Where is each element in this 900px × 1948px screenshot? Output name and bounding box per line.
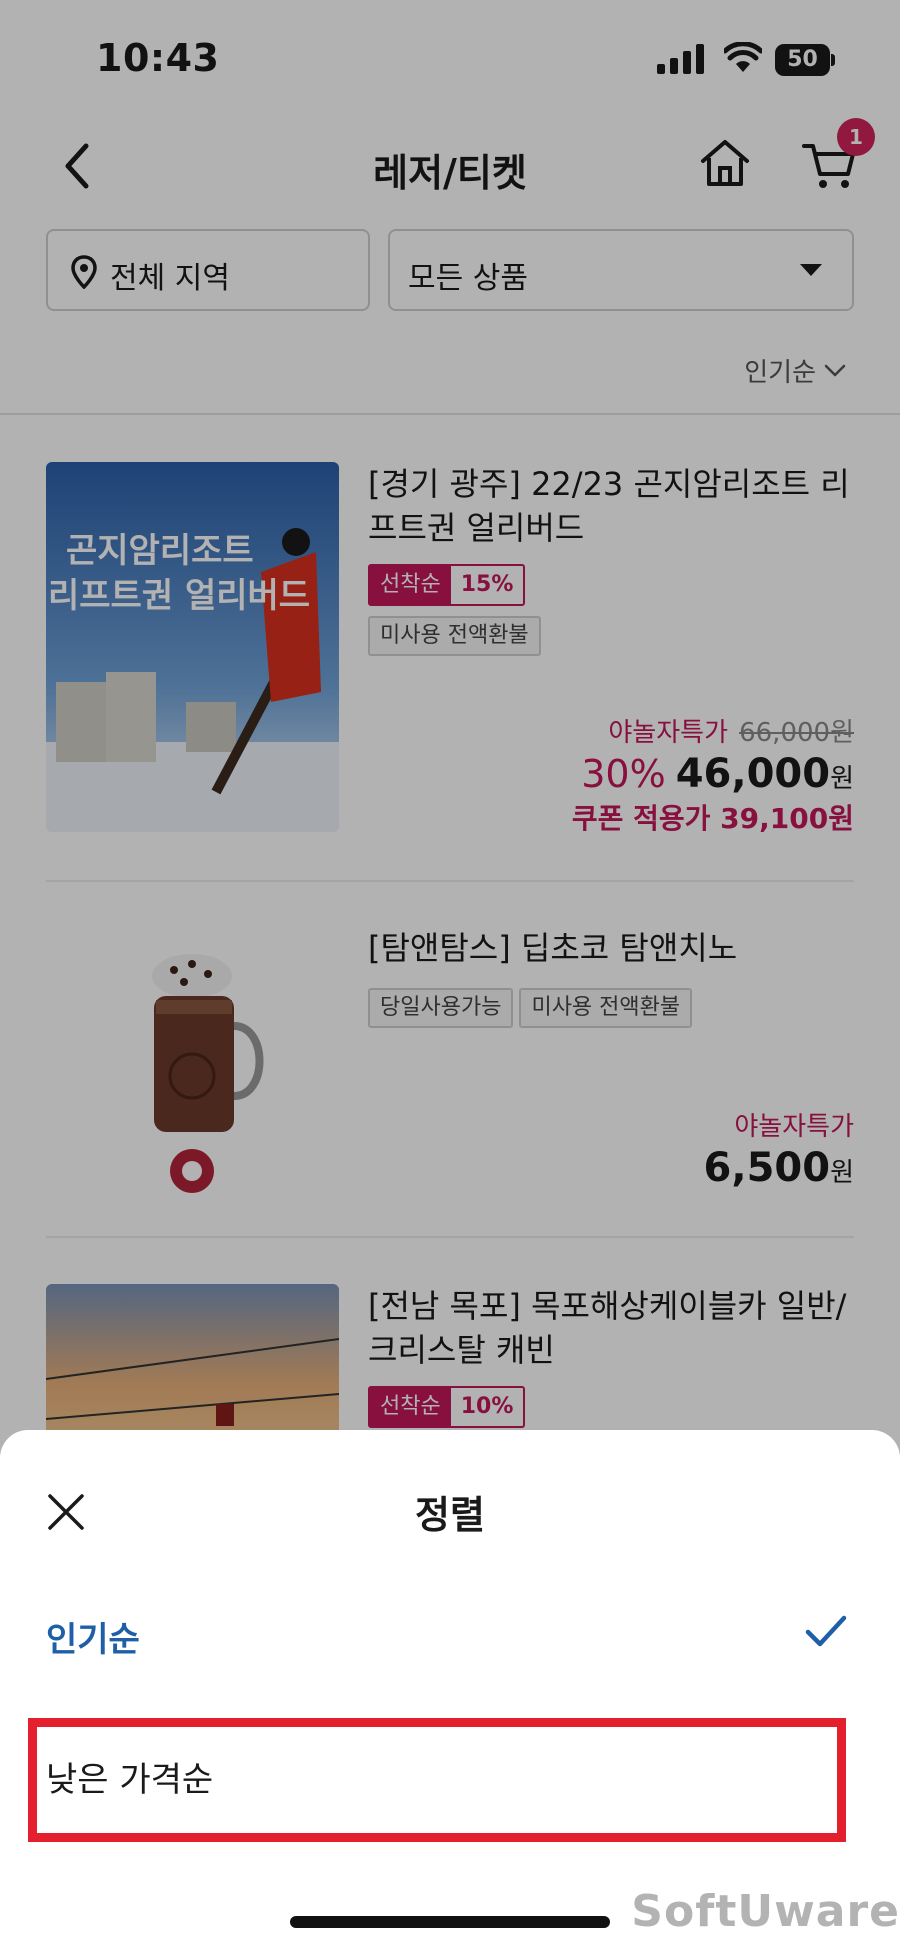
home-indicator (290, 1916, 610, 1928)
app-screen: 10:43 50 레저/티켓 1 전체 지역 모든 상품 인기순 곤지암리조트 … (0, 0, 900, 1948)
sheet-title: 정렬 (415, 1493, 485, 1537)
sort-option-low-price[interactable]: 낮은 가격순 (0, 1718, 900, 1828)
sort-bottom-sheet: 정렬 인기순 낮은 가격순 (0, 1430, 900, 1948)
checkmark-icon (805, 1615, 847, 1647)
sort-option-label: 낮은 가격순 (46, 1760, 214, 1800)
watermark: SoftUware (631, 1886, 900, 1937)
sort-option-popular[interactable]: 인기순 (0, 1578, 900, 1688)
sort-option-label: 인기순 (46, 1620, 140, 1660)
